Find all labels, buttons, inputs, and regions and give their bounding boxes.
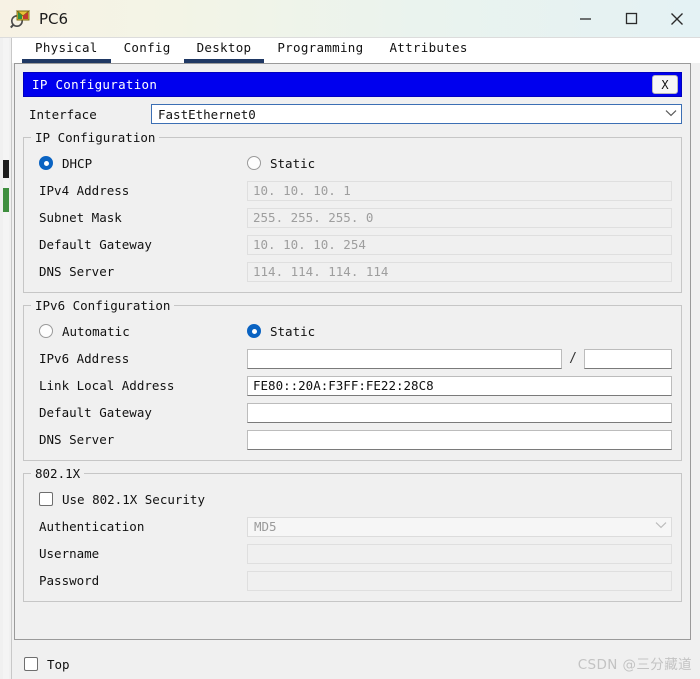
ipv6-configuration-group: IPv6 Configuration Automatic Static IPv6… bbox=[23, 298, 682, 461]
maximize-button[interactable] bbox=[608, 0, 654, 38]
radio-ipv4-static[interactable]: Static bbox=[247, 156, 315, 171]
ipv4-group-legend: IP Configuration bbox=[31, 130, 160, 145]
link-local-address-label: Link Local Address bbox=[39, 378, 175, 393]
window-controls bbox=[562, 0, 700, 38]
ip-configuration-title: IP Configuration bbox=[32, 77, 158, 92]
username-input[interactable] bbox=[247, 543, 672, 564]
use-dot1x-security-label: Use 802.1X Security bbox=[62, 491, 205, 507]
dot1x-group-legend: 802.1X bbox=[31, 466, 85, 481]
ip-configuration-titlebar: IP Configuration X bbox=[23, 72, 682, 97]
ipv4-address-label: IPv4 Address bbox=[39, 183, 130, 198]
pc-device-window: PC6 Physical Config Desktop Programming … bbox=[0, 0, 700, 679]
authentication-row: Authentication MD5 bbox=[33, 516, 672, 537]
link-local-address-input[interactable]: FE80::20A:F3FF:FE22:28C8 bbox=[247, 375, 672, 396]
ip-configuration-close-button[interactable]: X bbox=[652, 75, 678, 94]
ipv4-gateway-label: Default Gateway bbox=[39, 237, 152, 252]
radio-dhcp[interactable]: DHCP bbox=[33, 156, 247, 171]
interface-select[interactable]: FastEthernet0 bbox=[151, 104, 682, 124]
ipv4-dns-label: DNS Server bbox=[39, 264, 115, 279]
interface-label: Interface bbox=[29, 106, 97, 122]
username-label: Username bbox=[39, 546, 100, 561]
tab-attributes[interactable]: Attributes bbox=[376, 38, 480, 63]
ipv4-address-row: IPv4 Address 10. 10. 10. 1 bbox=[33, 180, 672, 201]
subnet-mask-label: Subnet Mask bbox=[39, 210, 122, 225]
radio-ipv6-static-indicator[interactable] bbox=[247, 324, 261, 338]
ipv4-dns-input[interactable]: 114. 114. 114. 114 bbox=[247, 261, 672, 282]
radio-ipv6-static[interactable]: Static bbox=[247, 324, 315, 339]
radio-ipv6-static-label: Static bbox=[270, 323, 316, 339]
authentication-value: MD5 bbox=[254, 519, 277, 534]
ipv6-mode-row: Automatic Static bbox=[33, 320, 672, 342]
ipv4-dns-row: DNS Server 114. 114. 114. 114 bbox=[33, 261, 672, 282]
radio-ipv6-automatic-label: Automatic bbox=[62, 323, 130, 339]
authentication-label: Authentication bbox=[39, 519, 145, 534]
link-local-address-row: Link Local Address FE80::20A:F3FF:FE22:2… bbox=[33, 375, 672, 396]
scrollbar-marker bbox=[3, 188, 9, 212]
ipv6-gateway-label: Default Gateway bbox=[39, 405, 152, 420]
ipv6-dns-input[interactable] bbox=[247, 429, 672, 450]
ipv6-address-row: IPv6 Address / bbox=[33, 348, 672, 369]
packet-tracer-device-icon bbox=[10, 9, 31, 29]
password-input[interactable] bbox=[247, 570, 672, 591]
ipv6-address-input[interactable] bbox=[247, 348, 563, 369]
chevron-down-icon bbox=[665, 109, 677, 120]
ipv4-address-input[interactable]: 10. 10. 10. 1 bbox=[247, 180, 672, 201]
csdn-watermark: CSDN @三分藏道 bbox=[577, 657, 692, 673]
tab-config[interactable]: Config bbox=[111, 38, 184, 63]
ipv6-prefix-length-input[interactable] bbox=[584, 348, 672, 369]
subnet-mask-input[interactable]: 255. 255. 255. 0 bbox=[247, 207, 672, 228]
minimize-button[interactable] bbox=[562, 0, 608, 38]
tab-bar: Physical Config Desktop Programming Attr… bbox=[12, 38, 700, 63]
radio-ipv4-static-label: Static bbox=[270, 155, 316, 171]
ipv6-prefix-separator: / bbox=[569, 351, 577, 366]
ipv4-gateway-row: Default Gateway 10. 10. 10. 254 bbox=[33, 234, 672, 255]
tab-desktop[interactable]: Desktop bbox=[183, 38, 265, 63]
chevron-down-icon bbox=[655, 521, 667, 532]
top-checkbox-label: Top bbox=[47, 656, 70, 672]
top-checkbox-box[interactable] bbox=[24, 657, 38, 671]
radio-dhcp-label: DHCP bbox=[62, 155, 93, 171]
ipv4-configuration-group: IP Configuration DHCP Static IPv4 Addres… bbox=[23, 130, 682, 293]
close-icon[interactable] bbox=[654, 0, 700, 38]
window-title: PC6 bbox=[39, 9, 69, 28]
interface-value: FastEthernet0 bbox=[158, 106, 256, 122]
use-dot1x-security-checkbox[interactable]: Use 802.1X Security bbox=[33, 488, 672, 510]
username-row: Username bbox=[33, 543, 672, 564]
window-titlebar: PC6 bbox=[0, 0, 700, 38]
radio-ipv6-automatic[interactable]: Automatic bbox=[33, 324, 247, 339]
radio-ipv4-static-indicator[interactable] bbox=[247, 156, 261, 170]
tab-physical[interactable]: Physical bbox=[22, 38, 111, 63]
ipv6-gateway-input[interactable] bbox=[247, 402, 672, 423]
ipv4-mode-row: DHCP Static bbox=[33, 152, 672, 174]
ipv6-address-label: IPv6 Address bbox=[39, 351, 130, 366]
desktop-panel: IP Configuration X Interface FastEtherne… bbox=[14, 63, 691, 640]
radio-ipv6-automatic-indicator[interactable] bbox=[39, 324, 53, 338]
use-dot1x-security-box[interactable] bbox=[39, 492, 53, 506]
bottom-bar: Top CSDN @三分藏道 bbox=[12, 649, 700, 679]
ipv4-gateway-input[interactable]: 10. 10. 10. 254 bbox=[247, 234, 672, 255]
subnet-mask-row: Subnet Mask 255. 255. 255. 0 bbox=[33, 207, 672, 228]
radio-dhcp-indicator[interactable] bbox=[39, 156, 53, 170]
ipv6-dns-label: DNS Server bbox=[39, 432, 115, 447]
scrollbar-thumb[interactable] bbox=[3, 160, 9, 178]
password-row: Password bbox=[33, 570, 672, 591]
ipv6-dns-row: DNS Server bbox=[33, 429, 672, 450]
authentication-select[interactable]: MD5 bbox=[247, 516, 672, 537]
panel-filler bbox=[23, 602, 682, 639]
scrollbar-track[interactable] bbox=[3, 38, 9, 679]
window-body: Physical Config Desktop Programming Attr… bbox=[12, 38, 700, 679]
interface-row: Interface FastEthernet0 bbox=[23, 103, 682, 125]
dot1x-group: 802.1X Use 802.1X Security Authenticatio… bbox=[23, 466, 682, 602]
tab-programming[interactable]: Programming bbox=[264, 38, 376, 63]
top-checkbox[interactable]: Top bbox=[18, 653, 70, 675]
left-scrollbar[interactable] bbox=[0, 38, 12, 679]
password-label: Password bbox=[39, 573, 100, 588]
ipv6-group-legend: IPv6 Configuration bbox=[31, 298, 175, 313]
ipv6-gateway-row: Default Gateway bbox=[33, 402, 672, 423]
